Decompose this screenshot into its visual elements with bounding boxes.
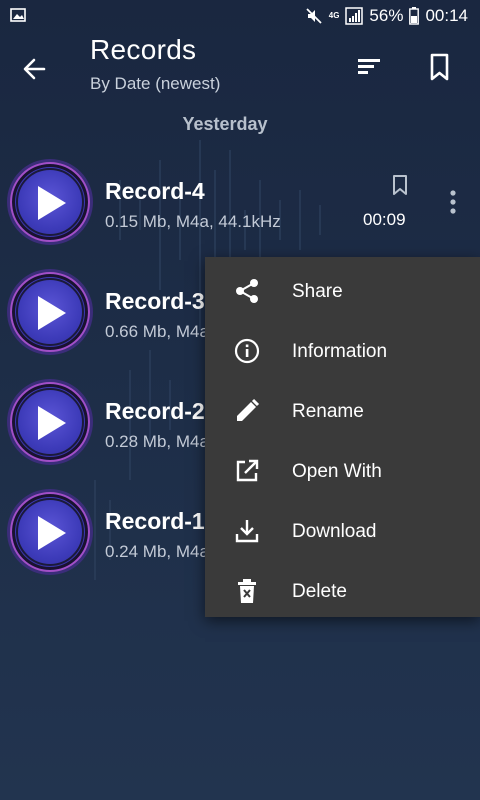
image-icon [10, 7, 26, 28]
toolbar: Records By Date (newest) [0, 32, 480, 104]
record-row[interactable]: Record-4 0.15 Mb, M4a, 44.1kHz 00:09 [0, 162, 480, 272]
open-external-icon [233, 457, 261, 485]
play-button[interactable] [10, 382, 90, 462]
play-icon [38, 516, 66, 550]
context-menu: Share Information Rename Open With Downl… [205, 257, 480, 617]
pencil-icon [233, 397, 261, 425]
share-icon [233, 277, 261, 305]
record-bookmark-icon[interactable] [390, 174, 410, 201]
record-name: Record-2 [105, 398, 205, 424]
more-options-icon[interactable] [445, 188, 461, 216]
menu-label: Information [292, 341, 388, 362]
record-meta: 0.28 Mb, M4a [105, 432, 209, 451]
section-header-date: Yesterday [182, 114, 268, 134]
sort-icon[interactable] [355, 52, 385, 82]
menu-item-rename[interactable]: Rename [205, 381, 480, 441]
play-icon [38, 406, 66, 440]
menu-label: Share [292, 281, 343, 302]
record-name: Record-3 [105, 288, 205, 314]
record-meta: 0.66 Mb, M4a [105, 322, 209, 341]
menu-item-open-with[interactable]: Open With [205, 441, 480, 501]
record-duration: 00:09 [363, 210, 406, 229]
menu-item-delete[interactable]: Delete [205, 561, 480, 621]
battery-percent: 56% [369, 6, 404, 25]
signal-icon [345, 7, 364, 25]
download-icon [233, 517, 261, 545]
menu-label: Download [292, 521, 377, 542]
info-icon [233, 337, 261, 365]
menu-label: Rename [292, 401, 364, 422]
clock: 00:14 [425, 6, 468, 25]
menu-item-download[interactable]: Download [205, 501, 480, 561]
play-button[interactable] [10, 162, 90, 242]
trash-icon [233, 577, 261, 605]
mute-icon [305, 7, 323, 25]
record-name: Record-1 [105, 508, 205, 534]
play-button[interactable] [10, 272, 90, 352]
battery-icon [409, 7, 420, 25]
network-type-label: 4G [328, 11, 340, 20]
menu-label: Delete [292, 581, 347, 602]
menu-item-information[interactable]: Information [205, 321, 480, 381]
back-arrow-icon[interactable] [18, 52, 52, 86]
status-bar: 4G 56% 00:14 [0, 0, 480, 32]
menu-label: Open With [292, 461, 382, 482]
bookmark-icon[interactable] [425, 52, 455, 82]
play-button[interactable] [10, 492, 90, 572]
play-icon [38, 186, 66, 220]
page-title: Records [90, 34, 197, 65]
records-screen: 4G 56% 00:14 Records By Date (newest) Ye… [0, 0, 480, 800]
record-meta: 0.15 Mb, M4a, 44.1kHz [105, 212, 281, 231]
sort-order-subtitle: By Date (newest) [90, 74, 221, 93]
record-name: Record-4 [105, 178, 205, 204]
record-meta: 0.24 Mb, M4a [105, 542, 209, 561]
menu-item-share[interactable]: Share [205, 261, 480, 321]
play-icon [38, 296, 66, 330]
